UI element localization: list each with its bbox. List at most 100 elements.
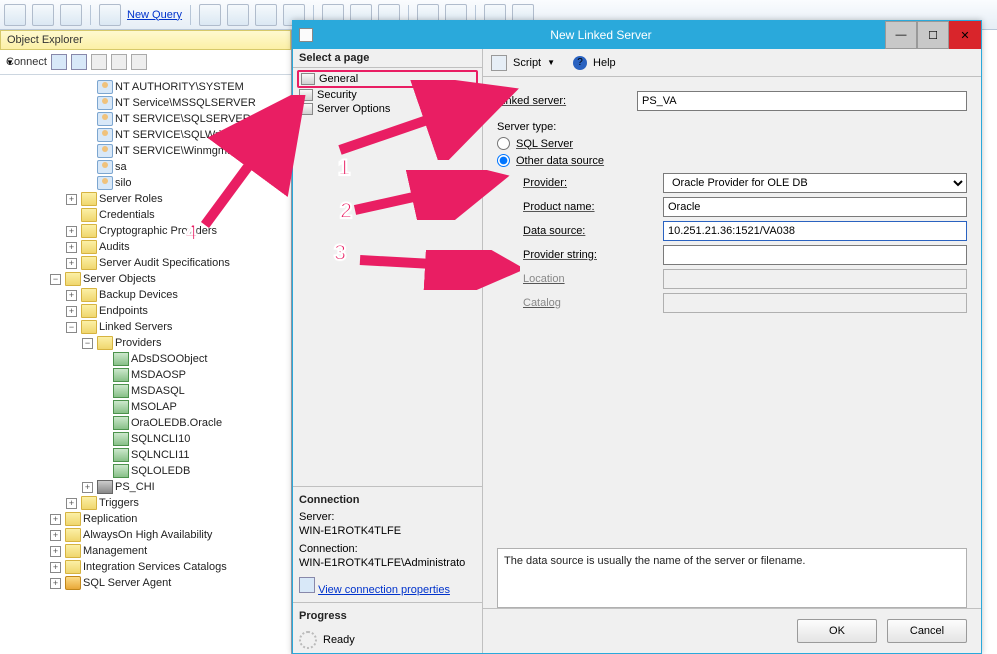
tree-item[interactable]: OraOLEDB.Oracle <box>131 417 222 429</box>
page-server-options[interactable]: Server Options <box>297 102 478 116</box>
tree-item[interactable]: SQLNCLI10 <box>131 433 190 445</box>
tree-item[interactable]: NT SERVICE\SQLSERVERAGEN <box>115 113 282 125</box>
expand-toggle[interactable]: + <box>66 194 77 205</box>
product-name-input[interactable] <box>663 197 967 217</box>
tree-item[interactable]: Backup Devices <box>99 289 178 301</box>
tree-item[interactable]: MSOLAP <box>131 401 177 413</box>
tree-item[interactable]: Server Roles <box>99 193 163 205</box>
tree-item[interactable]: SQL Server Agent <box>83 577 171 589</box>
dialog-titlebar[interactable]: New Linked Server — ☐ ✕ <box>293 21 981 49</box>
annotation-number-2: 2 <box>340 198 352 224</box>
tree-item[interactable]: Replication <box>83 513 137 525</box>
toolbar-icon[interactable] <box>51 54 67 70</box>
ok-button[interactable]: OK <box>797 619 877 643</box>
other-data-source-radio[interactable] <box>497 154 510 167</box>
linked-server-input[interactable] <box>637 91 967 111</box>
toolbar-icon[interactable] <box>111 54 127 70</box>
chevron-down-icon[interactable]: ▼ <box>547 58 555 67</box>
connect-button[interactable]: Connect <box>6 56 47 68</box>
tree-item[interactable]: Endpoints <box>99 305 148 317</box>
toolbar-icon[interactable] <box>91 54 107 70</box>
minimize-button[interactable]: — <box>885 21 917 49</box>
tree-item[interactable]: NT Service\MSSQLSERVER <box>115 97 256 109</box>
expand-toggle[interactable]: + <box>66 226 77 237</box>
expand-toggle[interactable]: + <box>50 530 61 541</box>
catalog-input <box>663 293 967 313</box>
connection-props-icon <box>299 577 315 593</box>
expand-toggle[interactable]: − <box>50 274 61 285</box>
page-general[interactable]: General <box>297 70 478 88</box>
sql-server-radio[interactable] <box>497 137 510 150</box>
cancel-button[interactable]: Cancel <box>887 619 967 643</box>
expand-toggle[interactable]: + <box>50 578 61 589</box>
toolbar-icon[interactable] <box>131 54 147 70</box>
expand-toggle[interactable]: + <box>66 242 77 253</box>
hint-text: The data source is usually the name of t… <box>497 548 967 608</box>
provider-select[interactable]: Oracle Provider for OLE DB <box>663 173 967 193</box>
expand-toggle[interactable]: + <box>82 482 93 493</box>
toolbar-button[interactable] <box>199 4 221 26</box>
help-button[interactable]: Help <box>593 57 616 69</box>
tree-item[interactable]: Linked Servers <box>99 321 172 333</box>
tree-item[interactable]: MSDASQL <box>131 385 185 397</box>
tree-item[interactable]: Server Audit Specifications <box>99 257 230 269</box>
tree-item[interactable]: Providers <box>115 337 161 349</box>
annotation-number-1: 1 <box>338 155 350 181</box>
login-icon <box>97 128 113 142</box>
folder-icon <box>65 560 81 574</box>
expand-toggle[interactable]: + <box>66 290 77 301</box>
select-page-header: Select a page <box>293 49 482 68</box>
catalog-label: Catalog <box>523 297 663 309</box>
toolbar-button[interactable] <box>255 4 277 26</box>
expand-toggle[interactable]: + <box>50 546 61 557</box>
tree-item[interactable]: NT AUTHORITY\SYSTEM <box>115 81 244 93</box>
tree-item[interactable]: MSDAOSP <box>131 369 186 381</box>
tree-item[interactable]: NT SERVICE\Winmgmt <box>115 145 230 157</box>
maximize-button[interactable]: ☐ <box>917 21 949 49</box>
tree-item[interactable]: silo <box>115 177 132 189</box>
connection-server-label: Server: <box>299 511 476 523</box>
connection-header: Connection <box>299 491 476 509</box>
login-icon <box>97 80 113 94</box>
new-query-button[interactable]: New Query <box>127 9 182 21</box>
tree-item[interactable]: SQLOLEDB <box>131 465 190 477</box>
expand-toggle[interactable]: − <box>82 338 93 349</box>
data-source-input[interactable] <box>663 221 967 241</box>
tree-item[interactable]: ADsDSOObject <box>131 353 207 365</box>
tree-item[interactable]: NT SERVICE\SQLWriter <box>115 129 234 141</box>
expand-toggle[interactable]: − <box>66 322 77 333</box>
tree-item[interactable]: Server Objects <box>83 273 156 285</box>
toolbar-button[interactable] <box>4 4 26 26</box>
tree-item[interactable]: Management <box>83 545 147 557</box>
toolbar-button[interactable] <box>60 4 82 26</box>
toolbar-button[interactable] <box>32 4 54 26</box>
tree-item[interactable]: Audits <box>99 241 130 253</box>
page-list: General Security Server Options <box>293 68 482 486</box>
expand-toggle[interactable]: + <box>50 514 61 525</box>
new-query-icon[interactable] <box>99 4 121 26</box>
view-connection-properties-link[interactable]: View connection properties <box>318 584 450 596</box>
page-security[interactable]: Security <box>297 88 478 102</box>
tree-item[interactable]: SQLNCLI11 <box>131 449 190 461</box>
expand-toggle[interactable]: + <box>66 498 77 509</box>
tree-item[interactable]: PS_CHI <box>115 481 155 493</box>
object-explorer-toolbar: Connect ▼ <box>0 50 291 75</box>
tree-item[interactable]: Credentials <box>99 209 155 221</box>
page-icon <box>299 103 313 115</box>
toolbar-icon[interactable] <box>71 54 87 70</box>
tree-item[interactable]: Integration Services Catalogs <box>83 561 227 573</box>
expand-toggle[interactable]: + <box>50 562 61 573</box>
folder-icon <box>81 320 97 334</box>
new-linked-server-dialog: New Linked Server — ☐ ✕ Select a page Ge… <box>292 20 982 654</box>
object-explorer-tree[interactable]: NT AUTHORITY\SYSTEM NT Service\MSSQLSERV… <box>0 75 291 647</box>
tree-item[interactable]: Triggers <box>99 497 139 509</box>
close-button[interactable]: ✕ <box>949 21 981 49</box>
tree-item[interactable]: sa <box>115 161 127 173</box>
expand-toggle[interactable]: + <box>66 306 77 317</box>
provider-string-input[interactable] <box>663 245 967 265</box>
tree-item[interactable]: AlwaysOn High Availability <box>83 529 212 541</box>
script-button[interactable]: Script <box>513 57 541 69</box>
toolbar-button[interactable] <box>227 4 249 26</box>
tree-item[interactable]: Cryptographic Providers <box>99 225 217 237</box>
expand-toggle[interactable]: + <box>66 258 77 269</box>
